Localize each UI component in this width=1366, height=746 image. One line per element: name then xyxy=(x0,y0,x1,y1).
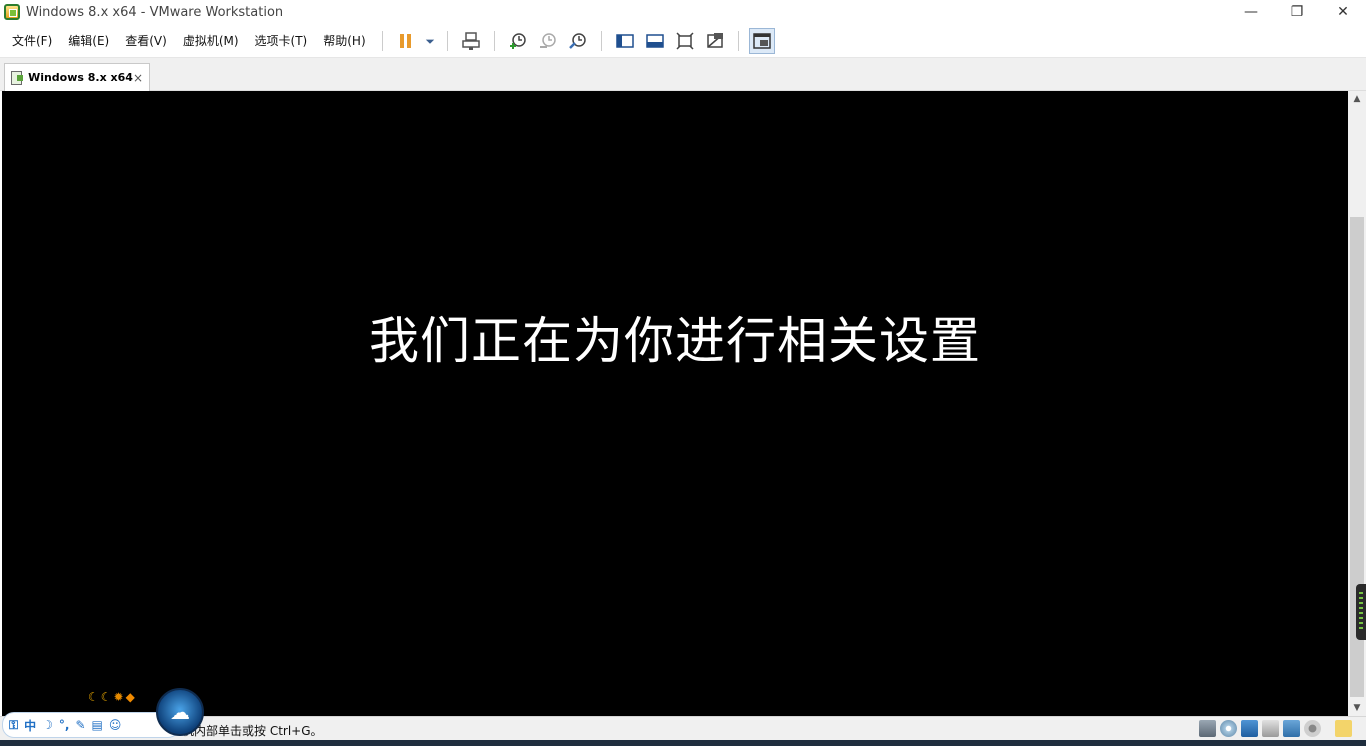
toolbar-separator xyxy=(381,30,383,51)
snapshot-manager-button[interactable] xyxy=(565,28,591,54)
moon-icon: ☾ xyxy=(100,690,112,704)
tab-strip: Windows 8.x x64 × xyxy=(0,58,1366,91)
console-view-icon xyxy=(752,32,771,49)
side-panel-handle[interactable] xyxy=(1356,584,1366,640)
network-icon[interactable] xyxy=(1241,720,1258,737)
message-icon[interactable] xyxy=(1335,720,1352,737)
close-tab-icon[interactable]: × xyxy=(133,71,143,85)
title-bar: Windows 8.x x64 - VMware Workstation — ❐… xyxy=(0,0,1366,24)
show-library-button[interactable] xyxy=(612,28,638,54)
ime-toolbar: ⚿ 中 ☽ °, ✎ ▤ ☺ xyxy=(2,712,180,738)
pause-button[interactable] xyxy=(393,28,419,54)
snapshot-take-icon xyxy=(509,32,526,49)
minimize-button[interactable]: — xyxy=(1228,0,1274,24)
unity-icon xyxy=(706,32,723,48)
unity-button[interactable] xyxy=(702,28,728,54)
tab-windows-vm[interactable]: Windows 8.x x64 × xyxy=(4,63,150,91)
pause-icon xyxy=(399,33,411,48)
send-ctrl-alt-del-button[interactable] xyxy=(458,28,484,54)
cd-dvd-icon[interactable] xyxy=(1220,720,1237,737)
status-hint: 机内部单击或按 Ctrl+G。 xyxy=(182,724,323,738)
menu-help[interactable]: 帮助(H) xyxy=(315,24,373,58)
snapshot-manager-icon xyxy=(568,32,586,49)
sun-icon: ✹ xyxy=(113,690,124,704)
scroll-down-icon[interactable]: ▼ xyxy=(1348,700,1366,716)
lock-icon[interactable]: ⚿ xyxy=(9,718,18,733)
setup-message: 我们正在为你进行相关设置 xyxy=(369,312,981,370)
clipboard-icon[interactable]: ▤ xyxy=(92,718,103,732)
hard-disk-icon[interactable] xyxy=(1199,720,1216,737)
wrench-icon[interactable]: ✎ xyxy=(75,718,85,732)
toolbar-separator xyxy=(493,30,495,51)
device-icons xyxy=(1199,720,1352,737)
snapshot-revert-icon xyxy=(539,32,556,48)
vm-icon xyxy=(11,70,24,85)
take-snapshot-button[interactable] xyxy=(505,28,531,54)
window-controls: — ❐ ✕ xyxy=(1228,0,1366,24)
tab-label: Windows 8.x x64 xyxy=(28,71,133,84)
menu-bar: 文件(F) 编辑(E) 查看(V) 虚拟机(M) 选项卡(T) 帮助(H) xyxy=(0,24,1366,58)
scroll-up-icon[interactable]: ▲ xyxy=(1348,91,1366,107)
printer-icon[interactable] xyxy=(1262,720,1279,737)
console-view-button[interactable] xyxy=(748,27,775,54)
restore-button[interactable]: ❐ xyxy=(1274,0,1320,24)
send-ctrl-alt-del-icon xyxy=(461,31,480,50)
ime-logo-icon[interactable]: ☁ xyxy=(156,688,204,736)
dropdown-arrow-icon xyxy=(425,39,434,44)
vmware-logo-icon[interactable] xyxy=(4,4,20,20)
thumbnail-bar-icon xyxy=(645,33,664,48)
menu-vm[interactable]: 虚拟机(M) xyxy=(175,24,247,58)
toolbar-separator xyxy=(446,30,448,51)
menu-tabs[interactable]: 选项卡(T) xyxy=(247,24,316,58)
close-window-button[interactable]: ✕ xyxy=(1320,0,1366,24)
full-screen-icon xyxy=(676,31,694,50)
revert-snapshot-button[interactable] xyxy=(535,28,561,54)
menu-view[interactable]: 查看(V) xyxy=(117,24,175,58)
gem-icon: ◆ xyxy=(125,690,135,704)
usb-icon[interactable] xyxy=(1304,720,1321,737)
menu-file[interactable]: 文件(F) xyxy=(4,24,60,58)
moon-icon: ☾ xyxy=(88,690,99,704)
show-library-icon xyxy=(615,33,634,48)
toolbar-separator xyxy=(600,30,602,51)
menu-edit[interactable]: 编辑(E) xyxy=(60,24,117,58)
toolbar-separator xyxy=(737,30,739,51)
punctuation-icon[interactable]: °, xyxy=(59,718,70,732)
vm-console-display[interactable]: 我们正在为你进行相关设置 xyxy=(2,91,1348,716)
full-screen-button[interactable] xyxy=(672,28,698,54)
thumbnail-bar-button[interactable] xyxy=(642,28,668,54)
ime-language-toggle[interactable]: 中 xyxy=(24,717,36,734)
smiley-icon[interactable]: ☺ xyxy=(109,718,122,732)
status-bar: 机内部单击或按 Ctrl+G。 xyxy=(0,716,1366,740)
power-dropdown-button[interactable] xyxy=(423,28,437,54)
desktop-taskbar-edge xyxy=(0,740,1366,746)
half-moon-icon[interactable]: ☽ xyxy=(42,718,53,732)
window-title: Windows 8.x x64 - VMware Workstation xyxy=(26,4,284,20)
ime-skin-icons[interactable]: ☾ ☾ ✹ ◆ xyxy=(88,690,135,704)
sound-icon[interactable] xyxy=(1283,720,1300,737)
